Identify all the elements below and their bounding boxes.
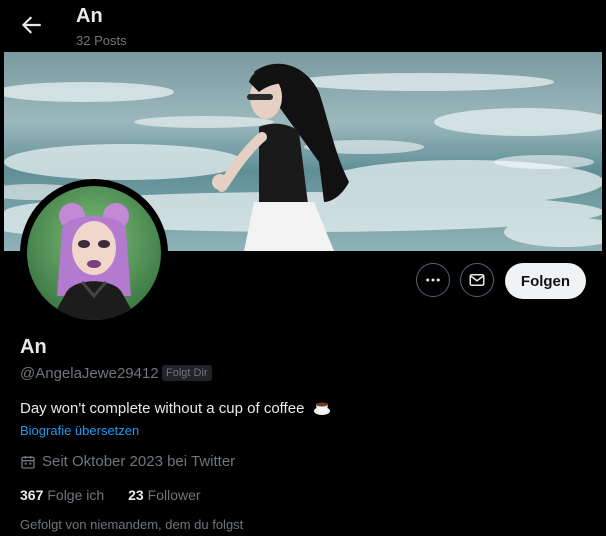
followed-by-text: Gefolgt von niemandem, dem du folgst — [20, 517, 244, 532]
join-date: Seit Oktober 2023 bei Twitter — [20, 453, 235, 470]
profile-bio: Day won't complete without a cup of coff… — [20, 400, 331, 417]
profile-handle: @AngelaJewe29412 — [20, 365, 159, 382]
avatar[interactable] — [20, 179, 168, 327]
bio-text: Day won't complete without a cup of coff… — [20, 400, 305, 417]
followers-label: Follower — [147, 487, 201, 503]
join-date-text: Seit Oktober 2023 bei Twitter — [42, 453, 236, 470]
more-dots-icon — [426, 278, 440, 282]
follows-you-badge: Folgt Dir — [162, 365, 212, 381]
profile-name: An — [20, 336, 47, 358]
header-post-count: 32 Posts — [76, 33, 127, 48]
follow-button[interactable]: Folgen — [505, 263, 586, 299]
translate-bio-link[interactable]: Biografie übersetzen — [20, 423, 139, 438]
profile-page: An 32 Posts Folgen An @AngelaJewe29412 F… — [4, 0, 602, 536]
following-label: Folge ich — [47, 487, 105, 503]
header-name: An — [76, 5, 103, 27]
follow-stats: 367 Folge ich 23 Follower — [20, 487, 201, 503]
following-count: 367 — [20, 487, 44, 503]
following-link[interactable]: 367 Folge ich — [20, 487, 104, 503]
message-button[interactable] — [460, 263, 494, 297]
followers-count: 23 — [128, 487, 144, 503]
back-arrow-icon[interactable] — [18, 12, 44, 38]
coffee-cup-icon — [313, 402, 330, 415]
more-options-button[interactable] — [416, 263, 450, 297]
followers-link[interactable]: 23 Follower — [128, 487, 200, 503]
calendar-icon — [21, 455, 35, 469]
top-bar: An 32 Posts — [4, 0, 602, 52]
envelope-icon — [469, 274, 485, 286]
